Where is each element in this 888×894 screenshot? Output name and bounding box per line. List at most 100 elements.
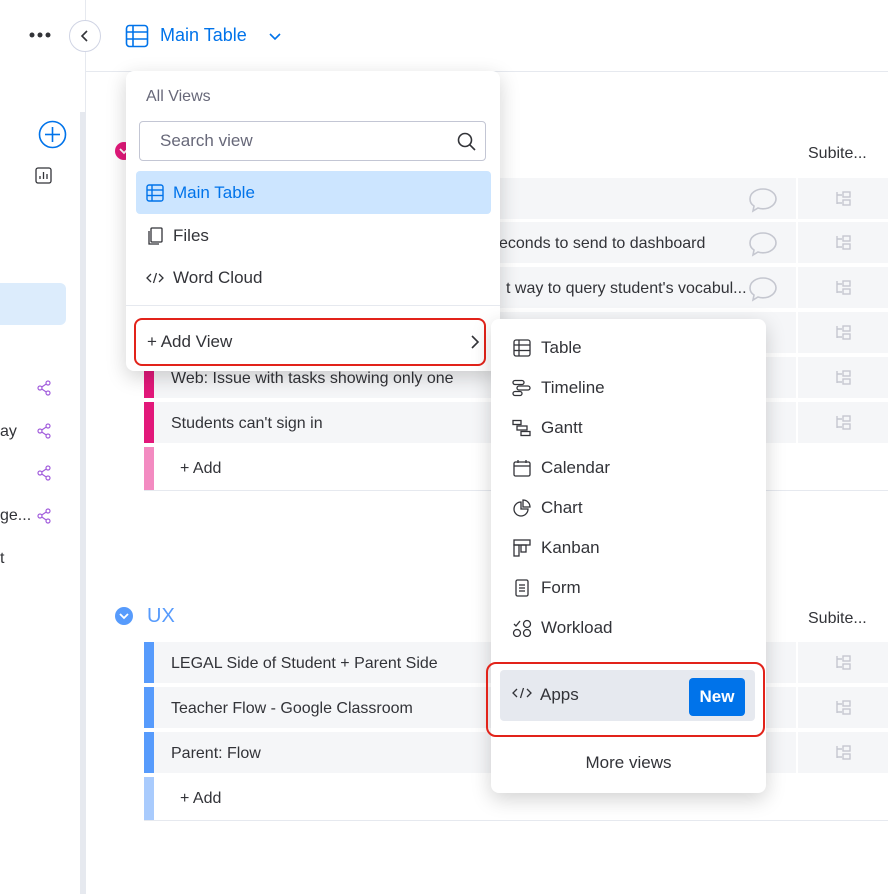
more-views-link[interactable]: More views (491, 753, 766, 773)
more-dots-icon[interactable] (28, 30, 52, 40)
chat-icon[interactable] (748, 231, 778, 257)
views-dropdown: All Views Main Table Files Word Cloud + … (126, 71, 500, 371)
column-header-subitems[interactable]: Subite... (808, 610, 867, 628)
group-color-bar (144, 642, 154, 683)
add-view-timeline[interactable]: Timeline (503, 370, 753, 406)
column-header-subitems[interactable]: Subite... (808, 145, 867, 163)
share-icon[interactable] (36, 380, 52, 396)
subitems-icon (836, 654, 851, 670)
gantt-icon (512, 418, 532, 438)
add-view-calendar[interactable]: Calendar (503, 450, 753, 486)
group-color-bar (144, 777, 154, 820)
table-icon (512, 338, 532, 358)
view-item-label: Main Table (173, 182, 255, 202)
add-item-label[interactable]: + Add (180, 790, 221, 808)
subitems-icon (836, 414, 851, 430)
workload-icon (512, 618, 532, 638)
subitems-icon (836, 369, 851, 385)
submenu-item-label: Workload (541, 618, 613, 637)
group-color-bar (144, 687, 154, 728)
subitems-icon (836, 744, 851, 760)
add-view-form[interactable]: Form (503, 570, 753, 606)
new-badge: New (689, 678, 745, 716)
item-name[interactable]: t way to query student's vocabul... (506, 280, 747, 298)
group-title[interactable]: UX (147, 605, 175, 628)
search-icon[interactable] (457, 132, 477, 152)
apps-label: Apps (540, 685, 579, 704)
submenu-item-label: Gantt (541, 418, 583, 437)
kanban-icon (512, 538, 532, 558)
timeline-icon (512, 378, 532, 398)
subitems-cell[interactable] (796, 357, 888, 398)
left-sidebar: ay ge... t (0, 0, 86, 894)
view-item-label: Files (173, 225, 209, 245)
view-item-main-table[interactable]: Main Table (136, 171, 491, 214)
subitems-icon (836, 324, 851, 340)
group-color-bar (144, 402, 154, 443)
add-view-chart[interactable]: Chart (503, 490, 753, 526)
submenu-item-label: Kanban (541, 538, 600, 557)
item-name[interactable]: Teacher Flow - Google Classroom (171, 700, 413, 718)
subitems-cell[interactable] (796, 178, 888, 219)
group-collapse-icon[interactable] (114, 606, 134, 626)
add-view-submenu: Table Timeline Gantt Calendar Chart Kanb… (486, 319, 766, 793)
subitems-cell[interactable] (796, 687, 888, 728)
submenu-item-label: Chart (541, 498, 583, 517)
chevron-right-icon (471, 335, 480, 349)
item-name[interactable]: Students can't sign in (171, 415, 323, 433)
item-name[interactable]: LEGAL Side of Student + Parent Side (171, 655, 438, 673)
share-icon[interactable] (36, 465, 52, 481)
subitems-cell[interactable] (796, 732, 888, 773)
current-view-title[interactable]: Main Table (160, 25, 247, 46)
add-view-label: + Add View (147, 332, 233, 351)
search-view-field[interactable] (139, 121, 486, 161)
add-item-label[interactable]: + Add (180, 460, 221, 478)
sidebar-item-label[interactable]: ay (0, 423, 17, 441)
chevron-down-icon[interactable] (268, 32, 282, 42)
add-view-apps[interactable]: Apps New (500, 670, 755, 721)
dropdown-heading: All Views (146, 88, 211, 105)
submenu-item-label: Table (541, 338, 582, 357)
submenu-item-label: Form (541, 578, 581, 597)
subitems-cell[interactable] (796, 402, 888, 443)
group-color-bar (144, 447, 154, 490)
subitems-icon (836, 279, 851, 295)
search-input[interactable] (160, 131, 450, 151)
item-name[interactable]: Parent: Flow (171, 745, 261, 763)
chat-icon[interactable] (748, 187, 778, 213)
chart-icon (512, 498, 532, 518)
subitems-cell[interactable] (796, 642, 888, 683)
view-item-word-cloud[interactable]: Word Cloud (136, 256, 491, 299)
add-view-gantt[interactable]: Gantt (503, 410, 753, 446)
sidebar-active-item[interactable] (0, 283, 66, 325)
table-icon (125, 24, 149, 48)
submenu-item-label: Timeline (541, 378, 605, 397)
add-view-table[interactable]: Table (503, 330, 753, 366)
sidebar-item-label[interactable]: ge... (0, 507, 31, 525)
calendar-icon (512, 458, 532, 478)
code-icon (146, 269, 164, 287)
dashboard-icon[interactable] (35, 167, 52, 184)
group-color-bar (144, 732, 154, 773)
subitems-cell[interactable] (796, 222, 888, 263)
form-icon (512, 578, 532, 598)
subitems-icon (836, 699, 851, 715)
subitems-icon (836, 234, 851, 250)
sidebar-item-label[interactable]: t (0, 550, 4, 568)
add-view-button[interactable]: + Add View (134, 318, 486, 366)
add-view-workload[interactable]: Workload (503, 610, 753, 646)
sidebar-scrollbar[interactable] (80, 112, 85, 894)
view-item-files[interactable]: Files (136, 214, 491, 257)
dropdown-divider (126, 305, 500, 306)
subitems-cell[interactable] (796, 267, 888, 308)
item-name[interactable]: Web: Issue with tasks showing only one (171, 370, 454, 388)
add-circle-icon[interactable] (38, 120, 67, 149)
app-root: ay ge... t Main Table Subite... econds t… (0, 0, 888, 894)
submenu-item-label: Calendar (541, 458, 610, 477)
add-view-kanban[interactable]: Kanban (503, 530, 753, 566)
share-icon[interactable] (36, 508, 52, 524)
share-icon[interactable] (36, 423, 52, 439)
subitems-cell[interactable] (796, 312, 888, 353)
chat-icon[interactable] (748, 276, 778, 302)
item-name[interactable]: econds to send to dashboard (499, 235, 705, 253)
